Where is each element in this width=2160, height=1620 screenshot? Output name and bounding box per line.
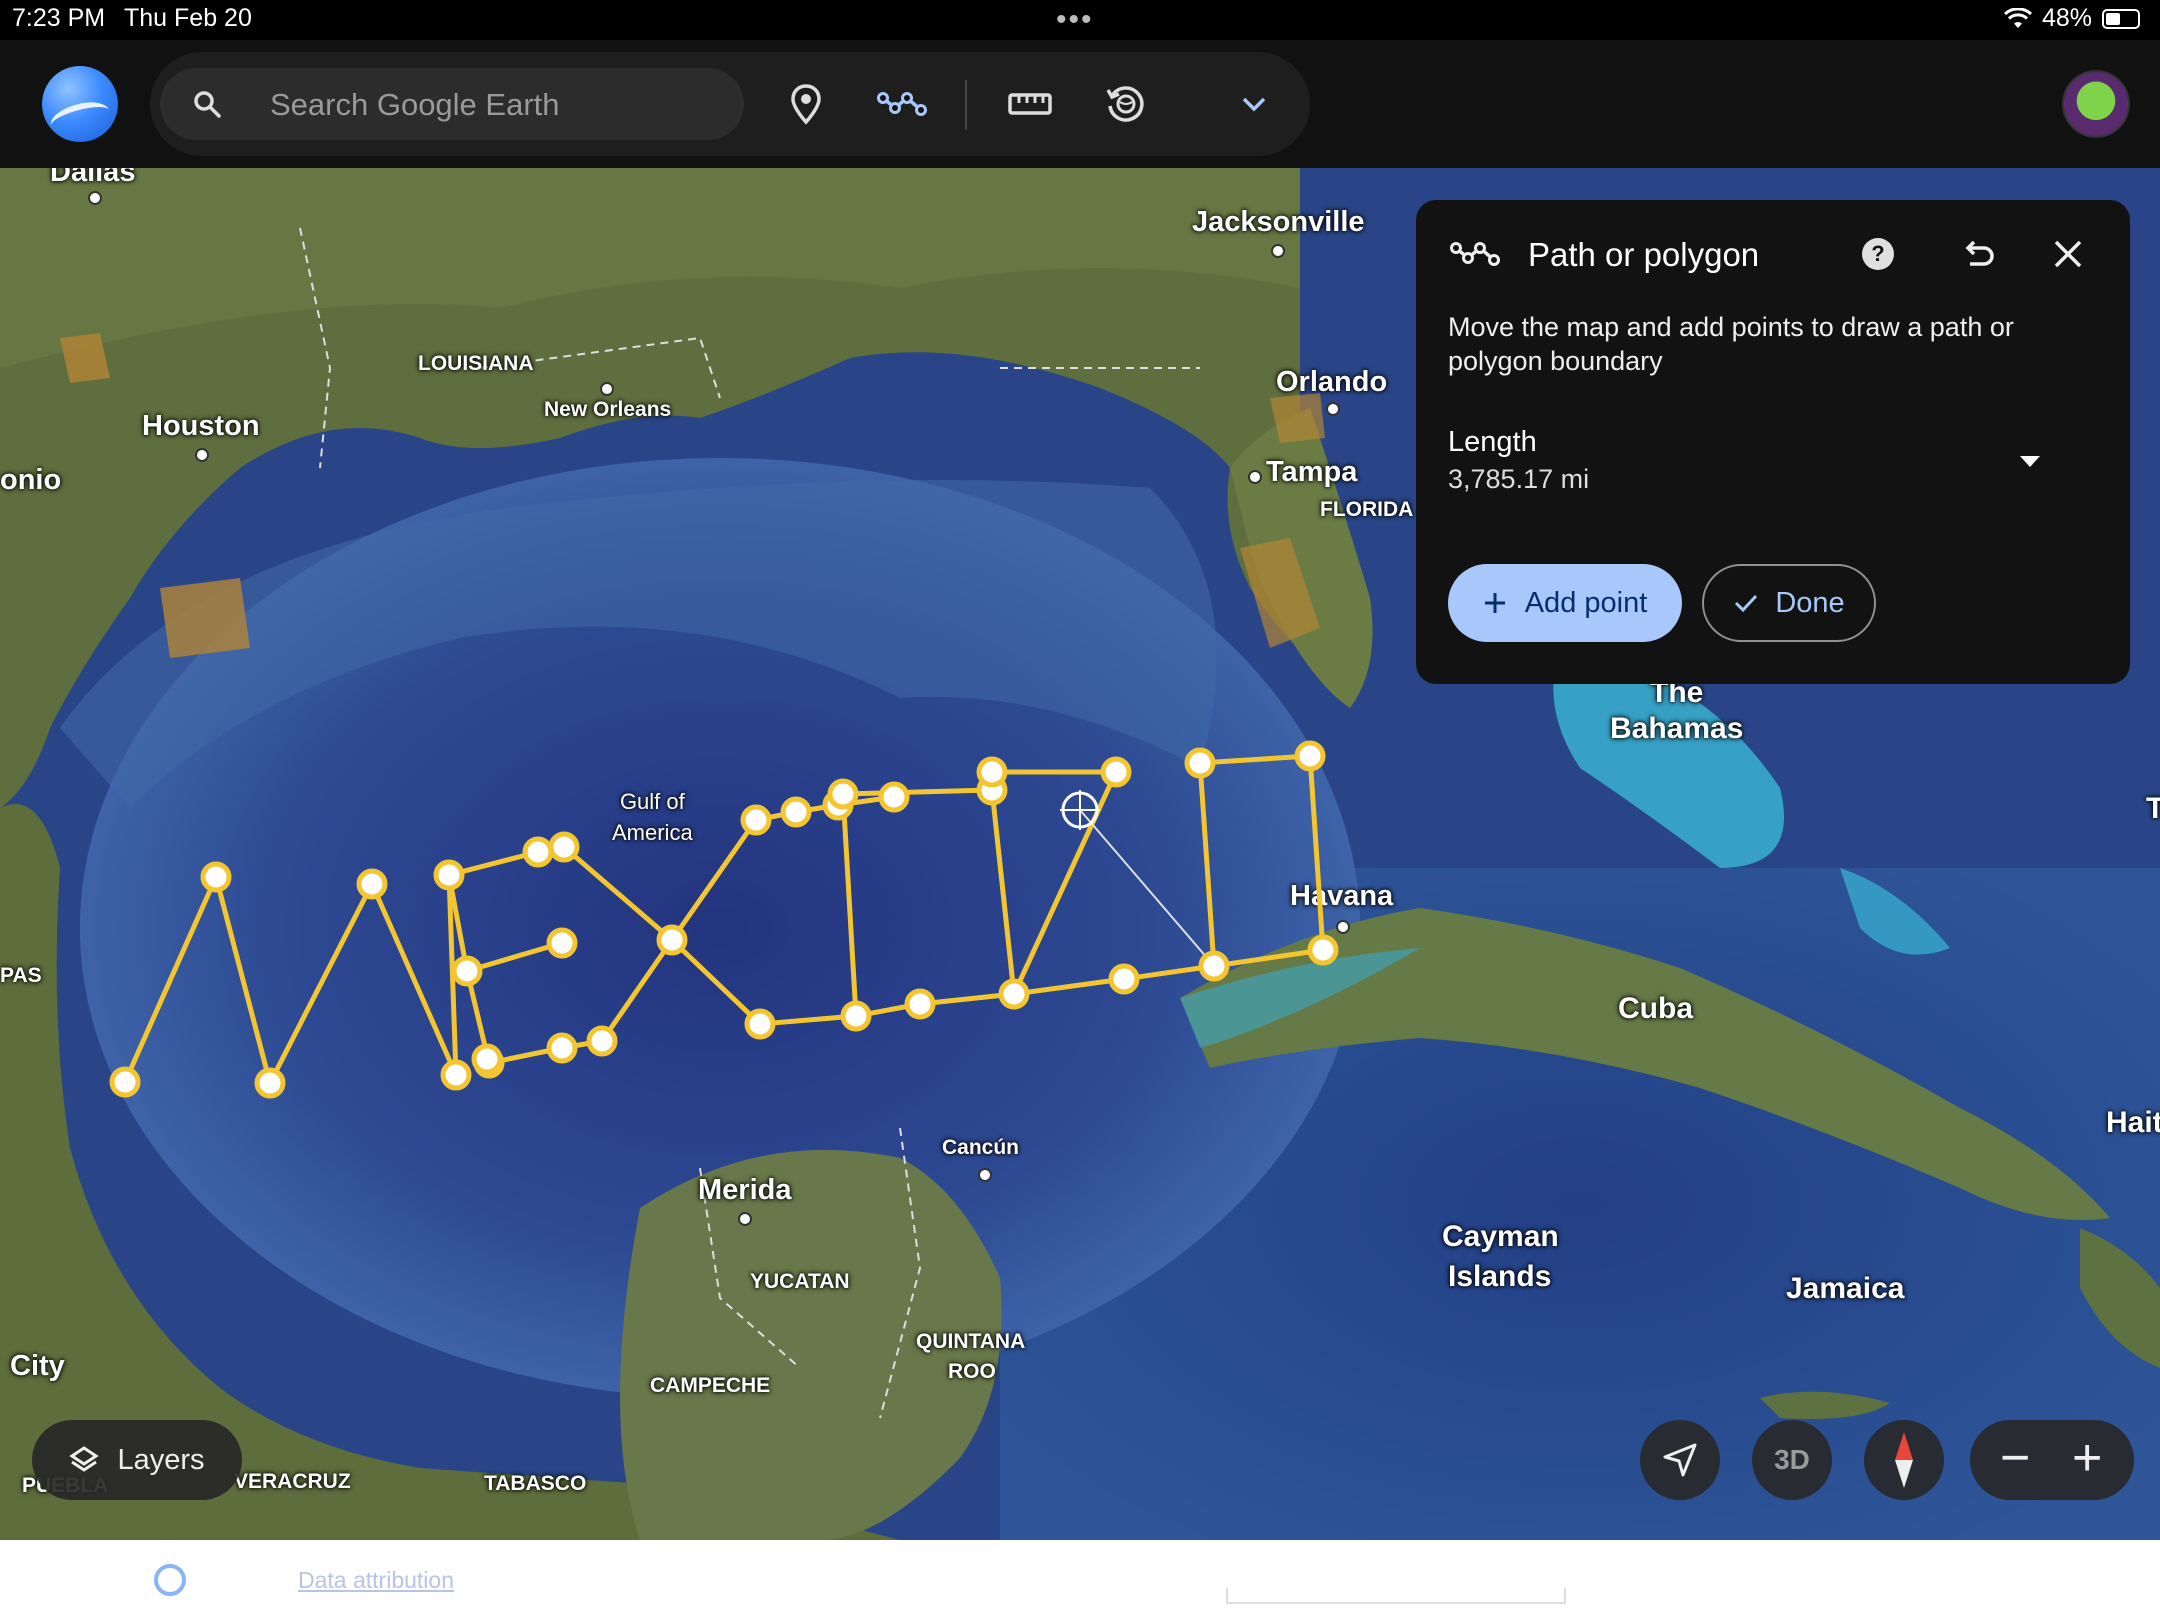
account-avatar[interactable] bbox=[2062, 70, 2130, 138]
my-location-button[interactable] bbox=[1640, 1420, 1720, 1500]
search-icon bbox=[194, 91, 221, 118]
done-button[interactable]: Done bbox=[1702, 564, 1876, 642]
path-vertex[interactable] bbox=[548, 831, 580, 863]
path-vertex[interactable] bbox=[1108, 963, 1140, 995]
draw-path-button[interactable] bbox=[876, 78, 928, 130]
history-icon bbox=[1106, 86, 1144, 122]
status-date: Thu Feb 20 bbox=[124, 4, 252, 32]
help-icon[interactable]: ? bbox=[1862, 238, 1894, 270]
compass-button[interactable] bbox=[1864, 1420, 1944, 1500]
path-vertex[interactable] bbox=[522, 836, 554, 868]
path-vertex[interactable] bbox=[1184, 747, 1216, 779]
path-vertex[interactable] bbox=[1307, 934, 1339, 966]
ruler-icon bbox=[1008, 93, 1052, 115]
done-label: Done bbox=[1775, 586, 1845, 619]
path-vertex[interactable] bbox=[780, 796, 812, 828]
toggle-3d-button[interactable]: 3D bbox=[1752, 1420, 1832, 1500]
path-polygon-panel: Path or polygon ? Move the map and add p… bbox=[1416, 200, 2130, 684]
path-vertex[interactable] bbox=[546, 1032, 578, 1064]
search-input[interactable] bbox=[268, 68, 732, 142]
more-tools-button[interactable] bbox=[1228, 78, 1280, 130]
length-label: Length bbox=[1448, 426, 1537, 458]
path-vertex[interactable] bbox=[440, 1059, 472, 1091]
path-vertex[interactable] bbox=[451, 955, 483, 987]
path-vertex[interactable] bbox=[840, 1000, 872, 1032]
toolbar bbox=[150, 52, 1310, 156]
compass-icon bbox=[1895, 1432, 1913, 1488]
voyager-history-button[interactable] bbox=[1100, 78, 1152, 130]
zoom-out-button[interactable]: − bbox=[2000, 1428, 2030, 1488]
battery-icon bbox=[2102, 8, 2140, 29]
status-bar: 7:23 PM Thu Feb 20 ••• 48% bbox=[0, 0, 2160, 40]
check-icon bbox=[1735, 594, 1758, 613]
panel-description: Move the map and add points to draw a pa… bbox=[1448, 312, 2014, 376]
navigation-arrow-icon bbox=[1663, 1443, 1697, 1477]
path-vertex[interactable] bbox=[109, 1066, 141, 1098]
multitasking-dots-icon[interactable]: ••• bbox=[1056, 3, 1094, 37]
path-vertex[interactable] bbox=[740, 804, 772, 836]
path-vertex[interactable] bbox=[200, 861, 232, 893]
path-icon bbox=[1450, 242, 1500, 266]
google-earth-logo[interactable] bbox=[42, 66, 118, 142]
measure-button[interactable] bbox=[1004, 78, 1056, 130]
path-icon bbox=[877, 92, 927, 116]
chevron-down-icon bbox=[1242, 97, 1266, 112]
loading-indicator bbox=[154, 1564, 186, 1596]
path-vertex[interactable] bbox=[744, 1008, 776, 1040]
path-vertex[interactable] bbox=[471, 1043, 503, 1075]
path-vertex[interactable] bbox=[998, 978, 1030, 1010]
drawn-path-line-i bbox=[840, 787, 1017, 1017]
status-indicators: 48% bbox=[2003, 4, 2140, 33]
path-vertex[interactable] bbox=[1294, 740, 1326, 772]
path-vertex[interactable] bbox=[433, 859, 465, 891]
wifi-icon bbox=[2003, 7, 2032, 28]
path-vertex[interactable] bbox=[546, 927, 578, 959]
search-box[interactable] bbox=[160, 68, 744, 142]
toolbar-divider bbox=[965, 80, 967, 130]
path-vertex[interactable] bbox=[356, 868, 388, 900]
add-point-label: Add point bbox=[1524, 586, 1648, 619]
close-icon[interactable] bbox=[2050, 236, 2086, 272]
place-marker-icon bbox=[791, 84, 821, 125]
length-value: 3,785.17 mi bbox=[1448, 464, 1590, 494]
path-vertex[interactable] bbox=[827, 778, 859, 810]
layers-icon bbox=[69, 1446, 100, 1472]
three-d-label: 3D bbox=[1774, 1444, 1810, 1475]
units-dropdown-icon[interactable] bbox=[2020, 456, 2040, 467]
path-vertex[interactable] bbox=[656, 924, 688, 956]
status-time: 7:23 PM bbox=[12, 4, 106, 32]
top-bar bbox=[0, 40, 2160, 168]
plus-icon bbox=[1484, 593, 1505, 613]
layers-label: Layers bbox=[117, 1443, 205, 1476]
path-vertex[interactable] bbox=[1198, 950, 1230, 982]
drawn-path-line bbox=[122, 794, 895, 1086]
data-attribution-link[interactable]: Data attribution bbox=[298, 1567, 454, 1594]
path-vertex[interactable] bbox=[586, 1025, 618, 1057]
bottom-bar: Data attribution bbox=[0, 1540, 2160, 1620]
add-placemark-button[interactable] bbox=[780, 78, 832, 130]
path-vertex[interactable] bbox=[1100, 756, 1132, 788]
path-vertex[interactable] bbox=[904, 988, 936, 1020]
path-vertex[interactable] bbox=[976, 756, 1008, 788]
path-vertex[interactable] bbox=[878, 781, 910, 813]
zoom-controls: − + bbox=[1970, 1420, 2134, 1500]
zoom-in-button[interactable]: + bbox=[2072, 1428, 2102, 1488]
undo-icon[interactable] bbox=[1956, 234, 1996, 274]
battery-percent: 48% bbox=[2041, 4, 2092, 32]
add-point-button[interactable]: Add point bbox=[1448, 564, 1682, 642]
scale-bar bbox=[1226, 1588, 1566, 1604]
path-vertex[interactable] bbox=[254, 1067, 286, 1099]
layers-button[interactable]: Layers bbox=[32, 1420, 242, 1500]
panel-title: Path or polygon bbox=[1528, 236, 1760, 273]
pending-segment-line bbox=[1079, 809, 1215, 967]
